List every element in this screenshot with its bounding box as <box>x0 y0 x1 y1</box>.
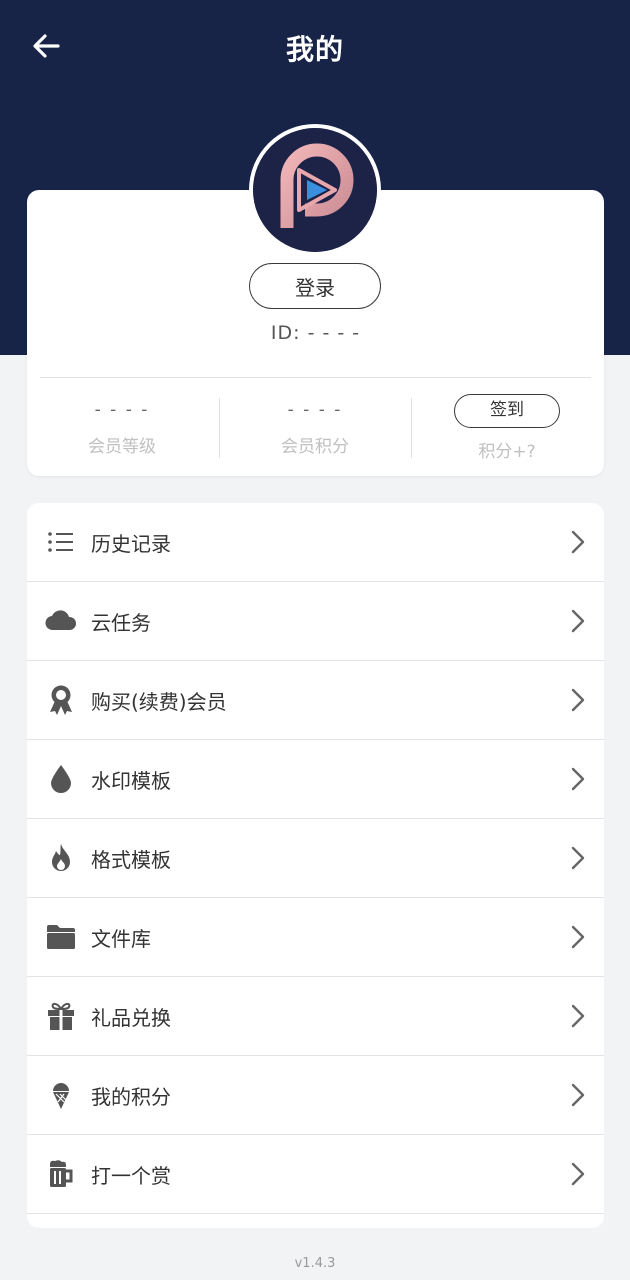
chevron-right-icon <box>571 1004 585 1028</box>
app-logo-icon <box>253 128 377 252</box>
menu-item-label: 格式模板 <box>91 847 171 872</box>
member-points-value: - - - - <box>287 400 343 420</box>
chevron-right-icon <box>571 767 585 791</box>
award-ribbon-icon <box>43 682 79 718</box>
ice-cream-icon <box>43 1077 79 1113</box>
chevron-right-icon <box>571 688 585 712</box>
menu-item-file-library[interactable]: 文件库 <box>27 898 604 977</box>
login-button[interactable]: 登录 <box>249 263 381 309</box>
member-level-value: - - - - <box>94 400 150 420</box>
version-text: v1.4.3 <box>294 1256 336 1271</box>
menu-item-watermark-template[interactable]: 水印模板 <box>27 740 604 819</box>
chevron-right-icon <box>571 846 585 870</box>
water-drop-icon <box>43 761 79 797</box>
folder-icon <box>43 919 79 955</box>
menu-item-label: 历史记录 <box>91 531 171 556</box>
menu-item-format-template[interactable]: 格式模板 <box>27 819 604 898</box>
signin-hint: 积分+? <box>478 442 536 462</box>
flame-icon <box>43 840 79 876</box>
beer-mug-icon <box>43 1156 79 1192</box>
menu-item-label: 购买(续费)会员 <box>91 689 227 714</box>
menu-item-label: 文件库 <box>91 926 151 951</box>
menu-item-my-points[interactable]: 我的积分 <box>27 1056 604 1135</box>
menu-item-label: 水印模板 <box>91 768 171 793</box>
avatar[interactable] <box>249 124 381 256</box>
member-points-stat: - - - - 会员积分 <box>220 390 410 462</box>
chevron-right-icon <box>571 925 585 949</box>
menu-list: 历史记录 云任务 购买(续费)会员 水印模板 格式模板 文件库 礼品兑换 我的积… <box>27 503 604 1228</box>
menu-item-history[interactable]: 历史记录 <box>27 503 604 582</box>
page-title: 我的 <box>285 33 344 66</box>
signin-stat: 签到 积分+? <box>412 390 602 462</box>
user-id: ID: - - - - <box>270 322 361 344</box>
list-icon <box>43 524 79 560</box>
menu-item-gift-exchange[interactable]: 礼品兑换 <box>27 977 604 1056</box>
divider <box>40 377 591 378</box>
menu-item-label: 云任务 <box>91 610 151 635</box>
menu-item-reward[interactable]: 打一个赏 <box>27 1135 604 1214</box>
chevron-right-icon <box>571 530 585 554</box>
chevron-right-icon <box>571 1162 585 1186</box>
menu-item-buy-membership[interactable]: 购买(续费)会员 <box>27 661 604 740</box>
gift-icon <box>43 998 79 1034</box>
menu-item-label: 打一个赏 <box>91 1163 171 1188</box>
chevron-right-icon <box>571 1083 585 1107</box>
menu-item-label: 我的积分 <box>91 1084 171 1109</box>
member-level-stat: - - - - 会员等级 <box>27 390 217 462</box>
menu-item-cloud-task[interactable]: 云任务 <box>27 582 604 661</box>
member-level-label: 会员等级 <box>88 437 156 457</box>
top-bar: 我的 <box>0 0 630 95</box>
member-points-label: 会员积分 <box>281 437 349 457</box>
menu-item-label: 礼品兑换 <box>91 1005 171 1030</box>
signin-button[interactable]: 签到 <box>454 394 560 428</box>
chevron-right-icon <box>571 609 585 633</box>
cloud-icon <box>43 603 79 639</box>
